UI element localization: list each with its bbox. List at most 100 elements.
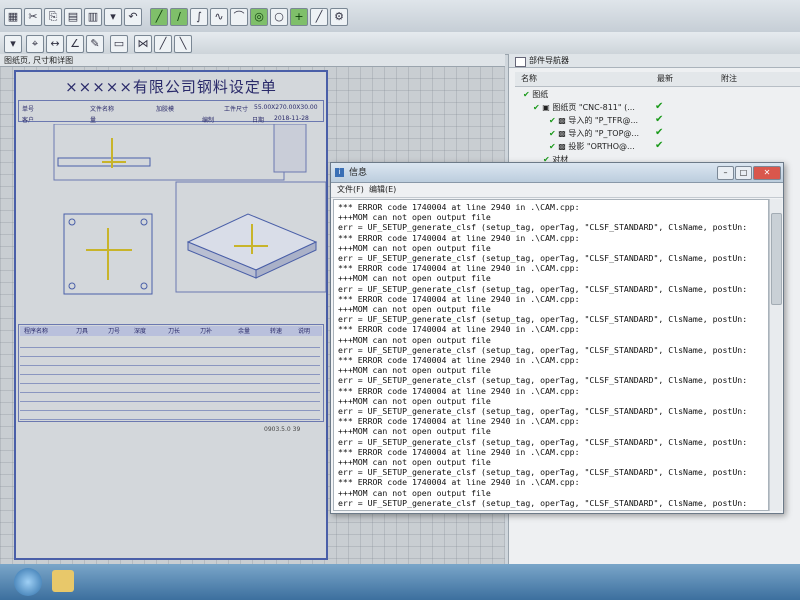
point-tool-icon[interactable]: + [290,8,308,26]
settings-icon[interactable]: ⚙ [330,8,348,26]
log-line: +++MOM can not open output file [338,304,491,315]
tree-item-import-2[interactable]: ✔ ▩ 导入的 "P_TOP@... [549,127,639,140]
log-line: err = UF_SETUP_generate_clsf (setup_tag,… [338,497,748,508]
arc-tool-icon[interactable]: ⌒ [230,8,248,26]
latest-check-icon: ✔ [655,114,664,125]
menu-file[interactable]: 文件(F) [337,183,364,197]
snap-icon[interactable]: ⌖ [26,35,44,53]
log-line: err = UF_SETUP_generate_clsf (setup_tag,… [338,467,748,478]
view-icon: ▩ [558,142,566,151]
tree-item-import-1[interactable]: ✔ ▩ 导入的 "P_TFR@... [549,114,638,127]
log-line: +++MOM can not open output file [338,365,491,376]
info-window[interactable]: i 信息 – □ ✕ 文件(F) 编辑(E) *** ERROR code 17… [330,162,784,514]
drawing-sheet[interactable]: ×××××有限公司钢料设定单 单号 文件名称 加胶模 工件尺寸 55.00X27… [14,70,328,560]
log-line: err = UF_SETUP_generate_clsf (setup_tag,… [338,314,748,325]
menu-edit[interactable]: 编辑(E) [369,183,396,197]
log-line: *** ERROR code 1740004 at line 2940 in .… [338,446,580,457]
check-icon: ✔ [549,142,556,151]
pattern-icon[interactable]: ⋈ [134,35,152,53]
th-speed: 转速 [270,328,283,335]
log-line: err = UF_SETUP_generate_clsf (setup_tag,… [338,375,748,386]
tree-item-projection[interactable]: ✔ ▩ 投影 "ORTHO@... [549,140,635,153]
info-icon: i [335,168,344,177]
slash-tool-icon[interactable]: ╱ [310,8,328,26]
grid-icon[interactable]: ▦ [4,8,22,26]
th-depth: 深度 [134,328,147,335]
maximize-button[interactable]: □ [735,166,752,180]
field-date-label: 日期 [252,117,265,124]
line-icon[interactable]: ╱ [154,35,172,53]
spline-tool-icon[interactable]: ∫ [190,8,208,26]
latest-check-icon: ✔ [655,140,664,151]
log-line: err = UF_SETUP_generate_clsf (setup_tag,… [338,283,748,294]
info-menu-bar: 文件(F) 编辑(E) [331,183,783,198]
folder-icon[interactable] [52,570,74,592]
th-note: 说明 [298,328,311,335]
latest-check-icon: ✔ [655,101,664,112]
log-line: +++MOM can not open output file [338,212,491,223]
check-icon: ✔ [549,116,556,125]
cut-icon[interactable]: ✂ [24,8,42,26]
th-tool-no: 刀号 [108,328,121,335]
log-line: err = UF_SETUP_generate_clsf (setup_tag,… [338,222,748,233]
log-line: +++MOM can not open output file [338,457,491,468]
close-button[interactable]: ✕ [753,166,781,180]
canvas-tab[interactable]: 图纸页, 尺寸和详图 [0,54,505,67]
log-line: err = UF_SETUP_generate_clsf (setup_tag,… [338,406,748,417]
tree-item-drawing[interactable]: ✔ 图纸 [523,88,548,101]
field-customer-label: 客户 [22,117,35,124]
navigator-header: 名称 最新 附注 [515,72,800,87]
drawing-views[interactable] [16,124,326,322]
log-line: +++MOM can not open output file [338,334,491,345]
paste-icon[interactable]: ▤ [64,8,82,26]
scrollbar-thumb[interactable] [771,213,782,305]
log-line: err = UF_SETUP_generate_clsf (setup_tag,… [338,436,748,447]
view-icon: ▩ [558,129,566,138]
log-line: +++MOM can not open output file [338,242,491,253]
sheet-title: ×××××有限公司钢料设定单 [65,78,277,96]
info-log-area[interactable]: *** ERROR code 1740004 at line 2940 in .… [333,199,769,511]
navigator-title: 部件导航器 [509,54,800,68]
dimension-icon[interactable]: ↔ [46,35,64,53]
log-line: *** ERROR code 1740004 at line 2940 in .… [338,324,580,335]
line-alt-icon[interactable]: ╲ [174,35,192,53]
navigator-pin-icon[interactable] [515,57,526,67]
field-file-name-value: 加胶模 [156,106,175,113]
log-line: *** ERROR code 1740004 at line 2940 in .… [338,385,580,396]
col-name[interactable]: 名称 [521,72,537,86]
canvas-tab-label: 图纸页, 尺寸和详图 [4,56,74,65]
col-note[interactable]: 附注 [721,72,737,86]
line-tool-icon[interactable]: ╱ [150,8,168,26]
sheet-icon: ▣ [542,103,550,112]
check-icon: ✔ [549,129,556,138]
table-icon[interactable]: ▥ [84,8,102,26]
view-icon: ▩ [558,116,566,125]
log-line: *** ERROR code 1740004 at line 2940 in .… [338,477,580,488]
note-icon[interactable]: ✎ [86,35,104,53]
vertical-scrollbar[interactable] [769,199,782,511]
field-size-value: 55.00X270.00X30.00 [254,104,318,111]
field-author-label: 编制 [202,117,215,124]
info-window-titlebar[interactable]: i 信息 – □ ✕ [331,163,783,183]
angle-icon[interactable]: ∠ [66,35,84,53]
log-line: *** ERROR code 1740004 at line 2940 in .… [338,263,580,274]
log-line: *** ERROR code 1740004 at line 2940 in .… [338,416,580,427]
col-latest[interactable]: 最新 [657,72,673,86]
minimize-button[interactable]: – [717,166,734,180]
wave-tool-icon[interactable]: ∿ [210,8,228,26]
circle-tool-icon[interactable]: ◎ [250,8,268,26]
polyline-tool-icon[interactable]: ∕ [170,8,188,26]
start-button[interactable] [14,568,42,596]
copy-icon[interactable]: ⎘ [44,8,62,26]
table-header-row: 程序名称 刀具 刀号 深度 刀长 刀补 余量 转速 说明 [20,326,322,336]
box-select-icon[interactable]: ▭ [110,35,128,53]
undo-icon[interactable]: ↶ [124,8,142,26]
dropdown-icon[interactable]: ▾ [104,8,122,26]
log-line: *** ERROR code 1740004 at line 2940 in .… [338,232,580,243]
tree-item-sheet[interactable]: ✔ ▣ 图纸页 "CNC-811" (... [533,101,635,114]
secondary-toolbar: ▾ ⌖ ↔ ∠ ✎ ▭ ⋈ ╱ ╲ [0,32,800,55]
circle-outline-icon[interactable]: ○ [270,8,288,26]
select-filter-icon[interactable]: ▾ [4,35,22,53]
th-tool: 刀具 [76,328,89,335]
info-window-title: 信息 [349,168,368,178]
